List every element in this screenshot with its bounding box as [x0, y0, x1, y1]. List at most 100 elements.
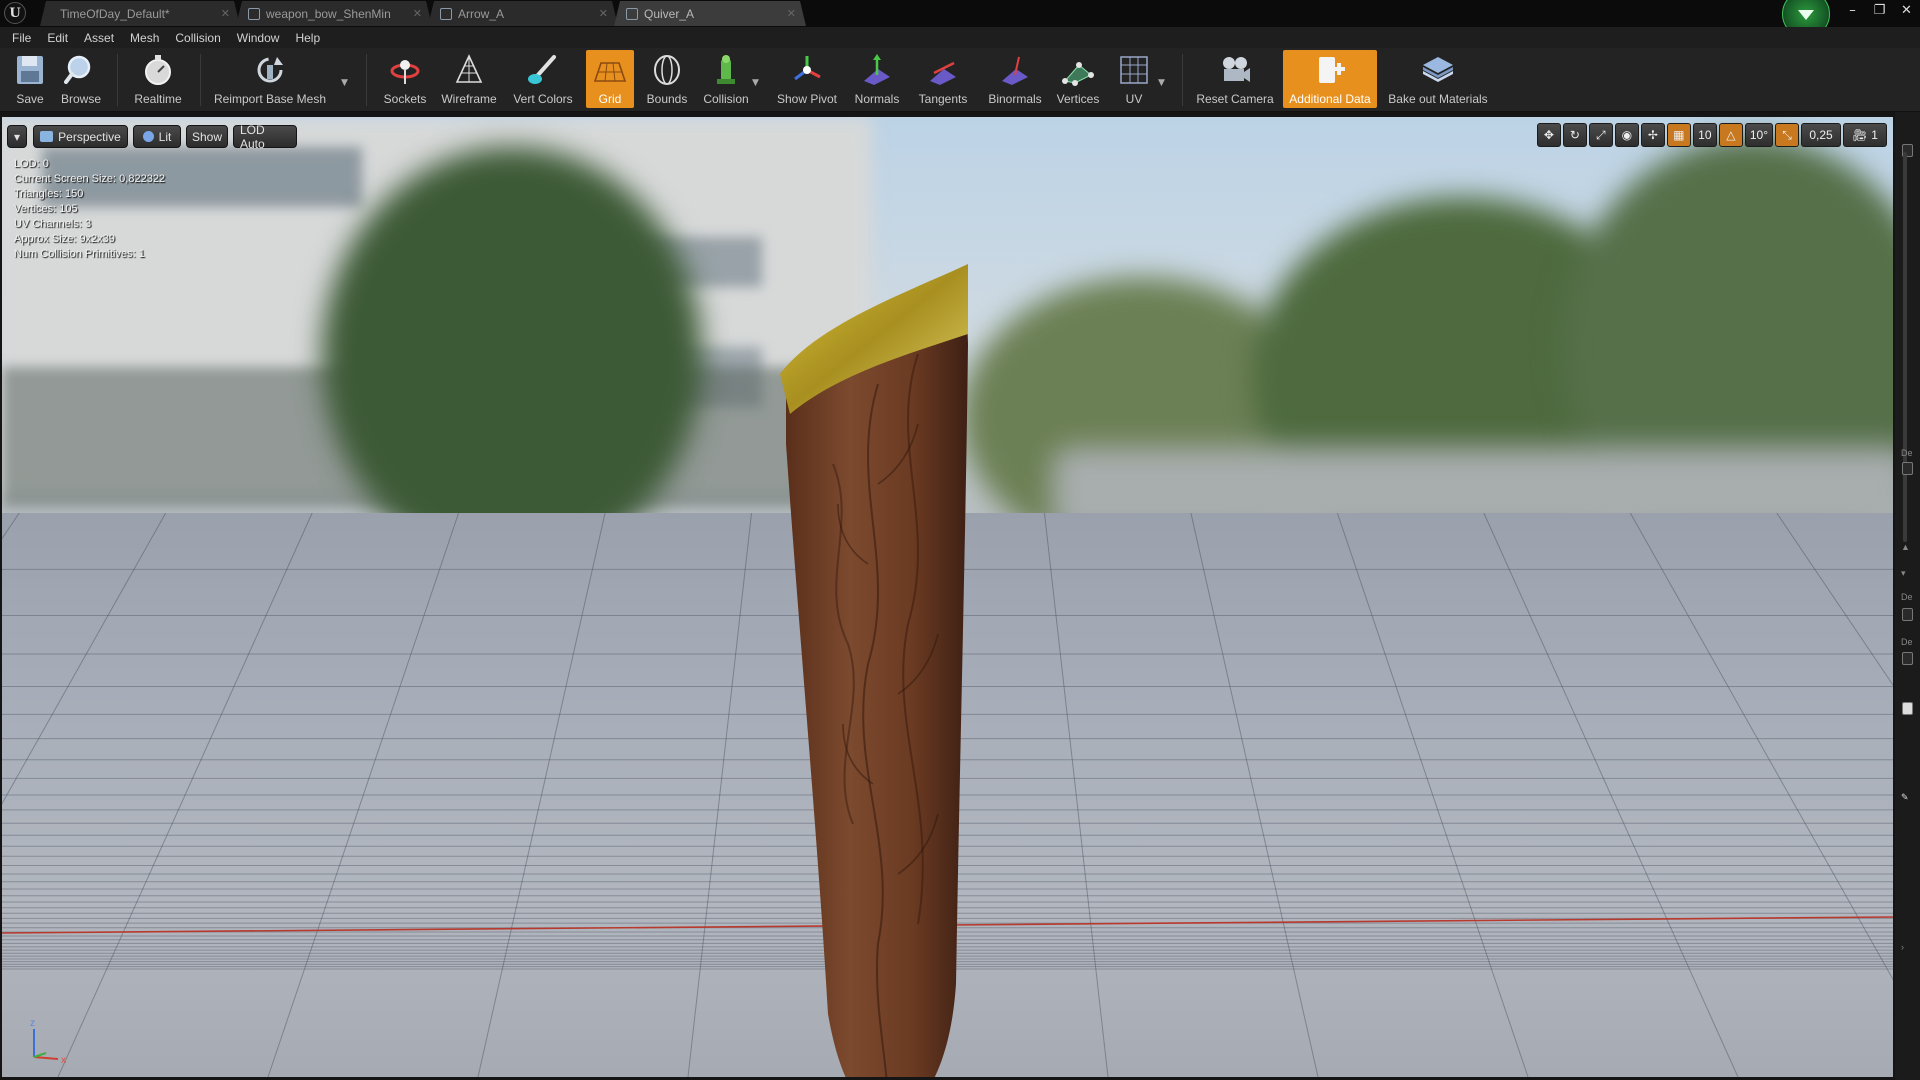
chevron-down-icon[interactable]: ▼: [752, 78, 759, 88]
chevron-down-icon[interactable]: ▼: [341, 78, 348, 88]
tab-label: Arrow_A: [458, 6, 505, 21]
binormals-button[interactable]: Binormals: [982, 50, 1048, 108]
normals-button[interactable]: Normals: [850, 50, 904, 108]
viewport-transform-controls: ✥ ↻ ⤢ ◉ ✢ ▦ 10 △ 10° ⤡ 0,25 🎥︎ 1: [1536, 123, 1887, 147]
world-local-icon[interactable]: ◉: [1614, 123, 1639, 147]
realtime-button[interactable]: Realtime: [128, 50, 188, 108]
stat-row: Num Collision Primitives: 1: [14, 248, 145, 260]
menu-bar: File Edit Asset Mesh Collision Window He…: [0, 27, 1920, 48]
reset-camera-button[interactable]: Reset Camera: [1194, 50, 1276, 108]
quiver-mesh[interactable]: [778, 224, 978, 1077]
uv-button[interactable]: UV: [1110, 50, 1158, 108]
sockets-button[interactable]: Sockets: [380, 50, 430, 108]
toolbar: Save Browse Realtime Reimport Base Mesh …: [0, 48, 1920, 112]
grid-snap-value[interactable]: 10: [1692, 123, 1717, 147]
panel-label: De: [1901, 637, 1913, 647]
minimize-button[interactable]: –: [1839, 0, 1866, 20]
vertices-button[interactable]: Vertices: [1054, 50, 1102, 108]
tab-label: TimeOfDay_Default*: [60, 6, 170, 21]
panel-field[interactable]: [1902, 608, 1913, 621]
scale-icon[interactable]: ⤢: [1588, 123, 1613, 147]
grid-snap-icon[interactable]: ▦: [1666, 123, 1691, 147]
scale-snap-icon[interactable]: ⤡: [1775, 123, 1799, 147]
collision-icon: [709, 53, 743, 87]
bounds-button[interactable]: Bounds: [642, 50, 692, 108]
window-controls: – ❐ ✕: [1839, 0, 1920, 22]
tab-label: weapon_bow_ShenMin: [266, 6, 391, 21]
stat-row: Triangles: 150: [14, 188, 84, 200]
scale-snap-value[interactable]: 0,25: [1801, 123, 1841, 147]
translate-icon[interactable]: ✥: [1536, 123, 1561, 147]
show-pivot-button[interactable]: Show Pivot: [774, 50, 840, 108]
menu-edit[interactable]: Edit: [39, 31, 76, 45]
reimport-icon: [253, 53, 287, 87]
menu-mesh[interactable]: Mesh: [122, 31, 167, 45]
rotation-snap-icon[interactable]: △: [1718, 123, 1743, 147]
tab-timeofday[interactable]: TimeOfDay_Default* ✕: [40, 1, 240, 26]
static-mesh-icon: [626, 8, 638, 20]
eyedropper-icon[interactable]: ✎: [1901, 792, 1913, 803]
normals-icon: [860, 53, 894, 87]
panel-label: De: [1901, 448, 1913, 458]
menu-file[interactable]: File: [4, 31, 39, 45]
close-icon[interactable]: ✕: [599, 7, 608, 20]
camera-icon: [1218, 53, 1252, 87]
tab-weapon-bow[interactable]: weapon_bow_ShenMin ✕: [236, 1, 432, 26]
restore-button[interactable]: ❐: [1866, 0, 1893, 20]
bounds-icon: [650, 53, 684, 87]
viewport-options-dropdown[interactable]: ▾: [7, 125, 27, 148]
tab-quiver[interactable]: Quiver_A ✕: [614, 1, 806, 26]
stat-row: Current Screen Size: 0,822322: [14, 173, 166, 185]
camera-speed-button[interactable]: 🎥︎ 1: [1843, 123, 1887, 147]
lit-button[interactable]: Lit: [133, 125, 181, 148]
reimport-base-mesh-button[interactable]: Reimport Base Mesh: [212, 50, 328, 108]
close-icon[interactable]: ✕: [413, 7, 422, 20]
close-icon[interactable]: ✕: [787, 7, 796, 20]
save-button[interactable]: Save: [10, 50, 50, 108]
rotate-icon[interactable]: ↻: [1562, 123, 1587, 147]
menu-help[interactable]: Help: [287, 31, 328, 45]
lod-button[interactable]: LOD Auto: [233, 123, 297, 151]
scroll-arrow-icon[interactable]: ›: [1901, 942, 1913, 952]
magnifier-icon: [64, 53, 98, 87]
binormals-icon: [998, 53, 1032, 87]
menu-collision[interactable]: Collision: [167, 31, 228, 45]
wireframe-button[interactable]: Wireframe: [438, 50, 500, 108]
perspective-button[interactable]: Perspective: [33, 125, 128, 148]
blurred-tree: [322, 147, 702, 567]
expand-arrow-icon[interactable]: ▲: [1901, 542, 1913, 552]
browse-button[interactable]: Browse: [56, 50, 106, 108]
mesh-viewport[interactable]: ▾ Perspective Lit Show LOD Auto ✥ ↻ ⤢ ◉ …: [2, 117, 1893, 1077]
vert-colors-button[interactable]: Vert Colors: [508, 50, 578, 108]
layers-icon: [1421, 53, 1455, 87]
vertices-icon: [1061, 53, 1095, 87]
grid-button[interactable]: Grid: [586, 50, 634, 108]
bake-out-materials-button[interactable]: Bake out Materials: [1384, 50, 1492, 108]
stopwatch-icon: [141, 53, 175, 87]
unreal-logo-icon[interactable]: U: [4, 2, 26, 24]
perspective-icon: [40, 131, 54, 142]
rotation-snap-value[interactable]: 10°: [1744, 123, 1773, 147]
axis-label-x: x: [61, 1055, 66, 1066]
checkbox[interactable]: [1902, 702, 1913, 715]
surface-snap-icon[interactable]: ✢: [1640, 123, 1665, 147]
sockets-icon: [388, 53, 422, 87]
additional-data-icon: [1313, 53, 1347, 87]
paint-brush-icon: [526, 53, 560, 87]
close-window-button[interactable]: ✕: [1893, 0, 1920, 20]
lit-sphere-icon: [142, 131, 154, 142]
tangents-button[interactable]: Tangents: [912, 50, 974, 108]
expand-arrow-icon[interactable]: ▾: [1901, 568, 1913, 579]
toolbar-separator: [117, 54, 118, 106]
chevron-down-icon[interactable]: ▼: [1158, 78, 1165, 88]
panel-field[interactable]: [1902, 652, 1913, 665]
additional-data-button[interactable]: Additional Data: [1283, 50, 1377, 108]
panel-field[interactable]: [1902, 462, 1913, 475]
menu-asset[interactable]: Asset: [76, 31, 122, 45]
collision-button[interactable]: Collision: [698, 50, 754, 108]
scrollbar[interactable]: [1903, 152, 1907, 542]
show-button[interactable]: Show: [186, 125, 228, 148]
close-icon[interactable]: ✕: [221, 7, 230, 20]
tab-arrow[interactable]: Arrow_A ✕: [428, 1, 618, 26]
menu-window[interactable]: Window: [229, 31, 288, 45]
